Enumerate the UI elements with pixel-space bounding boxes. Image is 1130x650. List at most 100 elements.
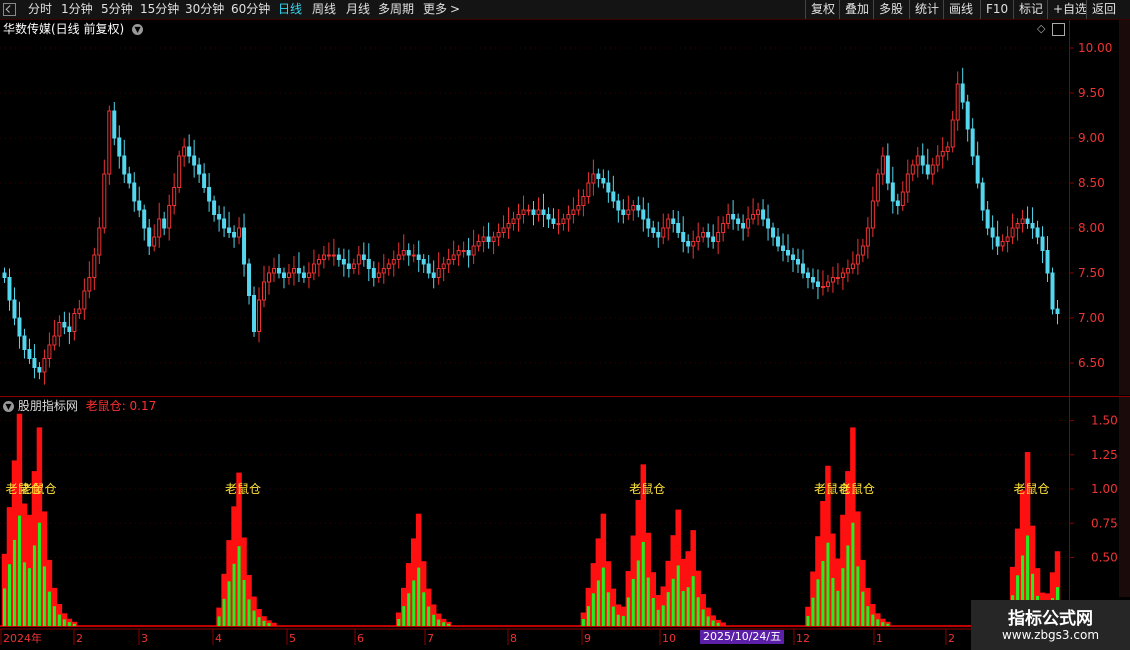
candle-body (227, 227, 232, 233)
candle-body (810, 277, 815, 283)
candle-body (471, 245, 476, 256)
period-tab-more[interactable]: 更多 (423, 0, 447, 19)
candle-body (521, 209, 526, 215)
indicator-red-bar (221, 573, 227, 626)
candle-body (815, 281, 820, 287)
x-axis-label: 7 (427, 632, 434, 645)
period-tab-1min[interactable]: 1分钟 (61, 0, 93, 19)
candle-body (890, 182, 895, 202)
x-axis-label: 2 (76, 632, 83, 645)
candle-body (281, 272, 286, 278)
indicator-green-bar (252, 610, 256, 626)
candle-body (122, 155, 127, 175)
candle-body (217, 214, 222, 220)
indicator-tick-label: 1.00 (1091, 482, 1118, 496)
candle-body (786, 250, 791, 256)
indicator-green-bar (656, 609, 660, 626)
candle-body (291, 268, 296, 274)
stock-title: 华数传媒(日线 前复权) (3, 22, 125, 36)
multi-stock-button[interactable]: 多股 (873, 0, 908, 19)
indicator-green-bar (851, 522, 855, 626)
candle-body (900, 191, 905, 206)
indicator-green-bar (262, 620, 266, 626)
period-tab-fenshi[interactable]: 分时 (28, 0, 52, 19)
indicator-red-bar (715, 619, 721, 626)
chevron-right-icon[interactable]: > (450, 0, 460, 19)
watermark: 指标公式网 www.zbgs3.com (971, 600, 1130, 650)
maximize-icon[interactable] (1052, 23, 1065, 36)
period-tab-weekly[interactable]: 周线 (312, 0, 336, 19)
indicator-green-bar (591, 593, 595, 626)
indicator-green-bar (596, 580, 600, 626)
candle-body (756, 209, 761, 215)
period-tab-60min[interactable]: 60分钟 (231, 0, 270, 19)
collapse-icon[interactable]: ▼ (3, 401, 14, 412)
candle-body (656, 232, 661, 238)
indicator-green-bar (437, 619, 441, 626)
candle-body (1035, 227, 1040, 238)
period-tab-monthly[interactable]: 月线 (346, 0, 370, 19)
candle-body (117, 137, 122, 157)
mark-button[interactable]: 标记 (1013, 0, 1048, 19)
stats-button[interactable]: 统计 (909, 0, 944, 19)
indicator-red-bar (246, 574, 252, 626)
candle-body (980, 182, 985, 211)
draw-line-button[interactable]: 画线 (943, 0, 978, 19)
candle-body (247, 263, 252, 296)
indicator-red-bar (266, 620, 272, 626)
back-button[interactable]: 返回 (1086, 0, 1121, 19)
indicator-red-bar (31, 471, 38, 626)
candle-body (336, 254, 341, 260)
candle-body (706, 232, 711, 238)
indicator-red-bar (820, 501, 826, 626)
candle-body (970, 128, 975, 157)
candle-body (820, 286, 825, 288)
candle-body (611, 191, 616, 202)
candle-body (331, 254, 336, 257)
indicator-red-bar (435, 613, 442, 626)
indicator-red-bar (810, 571, 816, 626)
candle-body (102, 173, 107, 229)
indicator-green-bar (42, 566, 46, 626)
overlay-button[interactable]: 叠加 (839, 0, 874, 19)
indicator-red-bar (660, 586, 666, 626)
candle-body (880, 155, 885, 175)
indicator-green-bar (626, 597, 630, 626)
indicator-tick-label: 0.75 (1091, 516, 1118, 530)
checkbox-icon[interactable] (3, 3, 16, 16)
indicator-green-bar (671, 578, 675, 626)
candle-body (995, 236, 1000, 247)
indicator-green-bar (701, 609, 705, 626)
candle-body (661, 227, 666, 238)
period-tab-multi[interactable]: 多周期 (378, 0, 414, 19)
indicator-green-bar (227, 581, 231, 626)
x-axis-label: 5 (289, 632, 296, 645)
period-tab-30min[interactable]: 30分钟 (185, 0, 224, 19)
indicator-green-bar (836, 590, 840, 626)
signal-label: 老鼠仓 (20, 482, 56, 496)
candle-body (606, 182, 611, 193)
f10-button[interactable]: F10 (980, 0, 1013, 19)
candle-body (835, 277, 840, 279)
indicator-red-bar (415, 513, 422, 626)
candle-body (596, 173, 601, 179)
candle-body (781, 245, 786, 251)
candle-body (381, 268, 386, 274)
indicator-green-bar (417, 567, 421, 626)
watermark-url: www.zbgs3.com (1001, 628, 1100, 642)
candle-body (446, 259, 451, 265)
candle-body (1040, 236, 1045, 251)
chevron-down-icon[interactable]: ▼ (132, 24, 144, 35)
fuquan-button[interactable]: 复权 (805, 0, 840, 19)
candle-body (167, 205, 172, 229)
period-tab-5min[interactable]: 5分钟 (101, 0, 133, 19)
indicator-red-bar (590, 563, 597, 626)
indicator-green-bar (442, 622, 446, 626)
indicator-green-bar (247, 599, 251, 626)
candle-body (990, 227, 995, 238)
diamond-icon[interactable]: ◇ (1037, 22, 1045, 35)
period-tab-daily[interactable]: 日线 (278, 0, 302, 19)
indicator-green-bar (816, 579, 820, 626)
candle-body (1000, 241, 1005, 247)
period-tab-15min[interactable]: 15分钟 (140, 0, 179, 19)
